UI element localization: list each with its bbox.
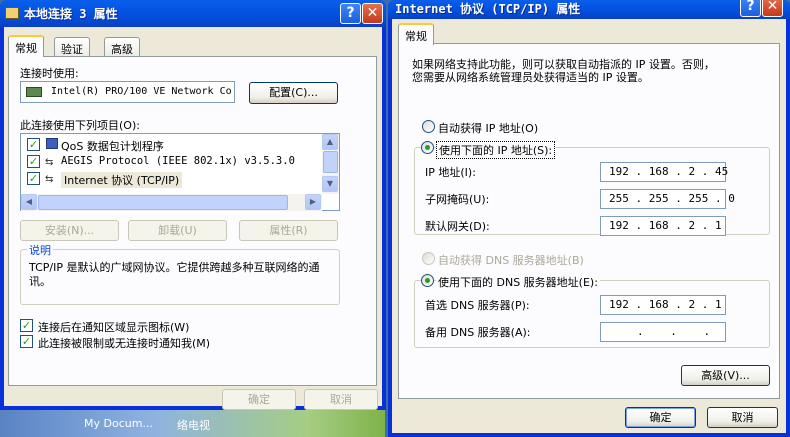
left-close-button[interactable]: ✕	[362, 3, 383, 24]
subnet-mask-field[interactable]: 255 . 255 . 255 . 0	[600, 189, 735, 209]
description-text: TCP/IP 是默认的广域网协议。它提供跨越多种互联网络的通讯。	[29, 261, 320, 288]
vertical-scrollbar[interactable]: ▲ ▼	[322, 134, 339, 194]
scroll-left-button[interactable]: ◀	[21, 194, 37, 210]
protocol-icon: ⇆	[45, 157, 54, 168]
adapter-name-field: Intel(R) PRO/100 VE Network Co	[20, 81, 235, 103]
left-titlebar[interactable]: 本地连接 3 属性 ? ✕	[0, 0, 386, 27]
list-item[interactable]: ✓ QoS 数据包计划程序	[21, 136, 321, 153]
network-connection-icon	[5, 7, 19, 19]
left-window-title: 本地连接 3 属性	[24, 7, 118, 21]
install-button[interactable]: 安装(N)...	[20, 220, 119, 241]
right-help-button[interactable]: ?	[740, 0, 761, 17]
qos-label: QoS 数据包计划程序	[61, 140, 164, 153]
right-cancel-button[interactable]: 取消	[707, 407, 778, 428]
qos-checkbox[interactable]: ✓	[27, 138, 40, 151]
manual-ip-label: 使用下面的 IP 地址(S):	[436, 141, 556, 159]
preferred-dns-label: 首选 DNS 服务器(P):	[425, 299, 530, 312]
dns-settings-group: 使用下面的 DNS 服务器地址(E): 首选 DNS 服务器(P): 192 .…	[414, 274, 770, 348]
aegis-label: AEGIS Protocol (IEEE 802.1x) v3.5.3.0	[61, 155, 295, 167]
list-item-selected[interactable]: ✓ ⇆ Internet 协议 (TCP/IP)	[21, 170, 321, 188]
network-adapter-icon	[26, 87, 42, 97]
configure-button[interactable]: 配置(C)...	[249, 82, 338, 104]
list-item[interactable]: ✓ ⇆ AEGIS Protocol (IEEE 802.1x) v3.5.3.…	[21, 153, 321, 170]
left-cancel-button[interactable]: 取消	[304, 389, 378, 410]
manual-dns-radio[interactable]	[421, 274, 434, 287]
ip-address-label: IP 地址(I):	[425, 166, 476, 179]
tab-general[interactable]: 常规	[398, 23, 434, 45]
ip-address-field[interactable]: 192 . 168 . 2 . 45	[600, 162, 728, 182]
tab-authentication[interactable]: 验证	[54, 37, 90, 57]
advanced-button[interactable]: 高级(V)...	[681, 365, 770, 386]
horizontal-scrollbar[interactable]: ◀ ▶	[21, 194, 322, 211]
right-ok-button[interactable]: 确定	[625, 407, 696, 428]
tcpip-checkbox[interactable]: ✓	[27, 172, 40, 185]
auto-dns-label: 自动获得 DNS 服务器地址(B)	[438, 254, 584, 267]
protocol-icon: ⇆	[45, 174, 54, 185]
auto-dns-radio[interactable]	[422, 252, 435, 265]
alternate-dns-field[interactable]: . . .	[600, 322, 726, 342]
desktop-icon-my-documents[interactable]: My Docum...	[84, 417, 153, 430]
properties-button[interactable]: 属性(R)	[239, 220, 338, 241]
h-scroll-thumb[interactable]	[38, 195, 288, 210]
tab-general[interactable]: 常规	[8, 35, 44, 57]
ip-settings-group: 使用下面的 IP 地址(S): IP 地址(I): 192 . 168 . 2 …	[414, 141, 770, 236]
right-client-area: 常规 如果网络支持此功能，则可以获取自动指派的 IP 设置。否则， 您需要从网络…	[392, 19, 786, 433]
scroll-down-button[interactable]: ▼	[322, 176, 338, 192]
scroll-right-button[interactable]: ▶	[305, 194, 321, 210]
tcpip-properties-window: Internet 协议 (TCP/IP) 属性 ? ✕ 常规 如果网络支持此功能…	[388, 0, 790, 437]
notify-label: 此连接被限制或无连接时通知我(M)	[38, 337, 211, 350]
right-titlebar[interactable]: Internet 协议 (TCP/IP) 属性 ? ✕	[388, 0, 790, 19]
right-window-title: Internet 协议 (TCP/IP) 属性	[395, 2, 581, 16]
intro-line-2: 您需要从网络系统管理员处获得适当的 IP 设置。	[412, 71, 649, 84]
auto-ip-label: 自动获得 IP 地址(O)	[438, 122, 539, 135]
description-title: 说明	[27, 242, 53, 258]
tcpip-label: Internet 协议 (TCP/IP)	[61, 172, 183, 188]
scroll-up-button[interactable]: ▲	[322, 134, 338, 150]
desktop-strip: My Docum... 络电视	[0, 409, 385, 437]
components-list[interactable]: ✓ QoS 数据包计划程序 ✓ ⇆ AEGIS Protocol (IEEE 8…	[20, 133, 340, 211]
notify-checkbox[interactable]: ✓	[20, 335, 33, 348]
subnet-mask-label: 子网掩码(U):	[425, 193, 490, 206]
uninstall-button[interactable]: 卸载(U)	[128, 220, 227, 241]
left-client-area: 常规 验证 高级 连接时使用: Intel(R) PRO/100 VE Netw…	[4, 27, 382, 410]
local-connection-properties-window: 本地连接 3 属性 ? ✕ 常规 验证 高级 连接时使用: Intel(R) P…	[0, 0, 386, 410]
left-help-button[interactable]: ?	[340, 3, 361, 24]
preferred-dns-field[interactable]: 192 . 168 . 2 . 1	[600, 295, 726, 315]
adapter-name-text: Intel(R) PRO/100 VE Network Co	[51, 86, 232, 97]
description-group: 说明 TCP/IP 是默认的广域网协议。它提供跨越多种互联网络的通讯。	[20, 242, 340, 305]
items-list-label: 此连接使用下列项目(O):	[20, 119, 140, 132]
connect-using-label: 连接时使用:	[20, 67, 79, 80]
manual-ip-radio[interactable]	[421, 141, 434, 154]
manual-dns-label: 使用下面的 DNS 服务器地址(E):	[436, 274, 600, 290]
tab-advanced[interactable]: 高级	[104, 37, 140, 57]
auto-ip-radio[interactable]	[422, 120, 435, 133]
show-icon-checkbox[interactable]: ✓	[20, 319, 33, 332]
right-close-button[interactable]: ✕	[762, 0, 783, 17]
left-tab-panel: 连接时使用: Intel(R) PRO/100 VE Network Co 配置…	[8, 56, 377, 386]
left-ok-button[interactable]: 确定	[222, 389, 296, 410]
gateway-label: 默认网关(D):	[425, 220, 490, 233]
aegis-checkbox[interactable]: ✓	[27, 155, 40, 168]
scroll-thumb[interactable]	[323, 151, 338, 173]
show-icon-label: 连接后在通知区域显示图标(W)	[38, 321, 190, 334]
alternate-dns-label: 备用 DNS 服务器(A):	[425, 326, 531, 339]
gateway-field[interactable]: 192 . 168 . 2 . 1	[600, 216, 726, 236]
desktop-icon-network-tv[interactable]: 络电视	[177, 417, 210, 433]
right-tab-panel: 如果网络支持此功能，则可以获取自动指派的 IP 设置。否则， 您需要从网络系统管…	[398, 43, 780, 399]
qos-scheduler-icon	[46, 138, 58, 149]
